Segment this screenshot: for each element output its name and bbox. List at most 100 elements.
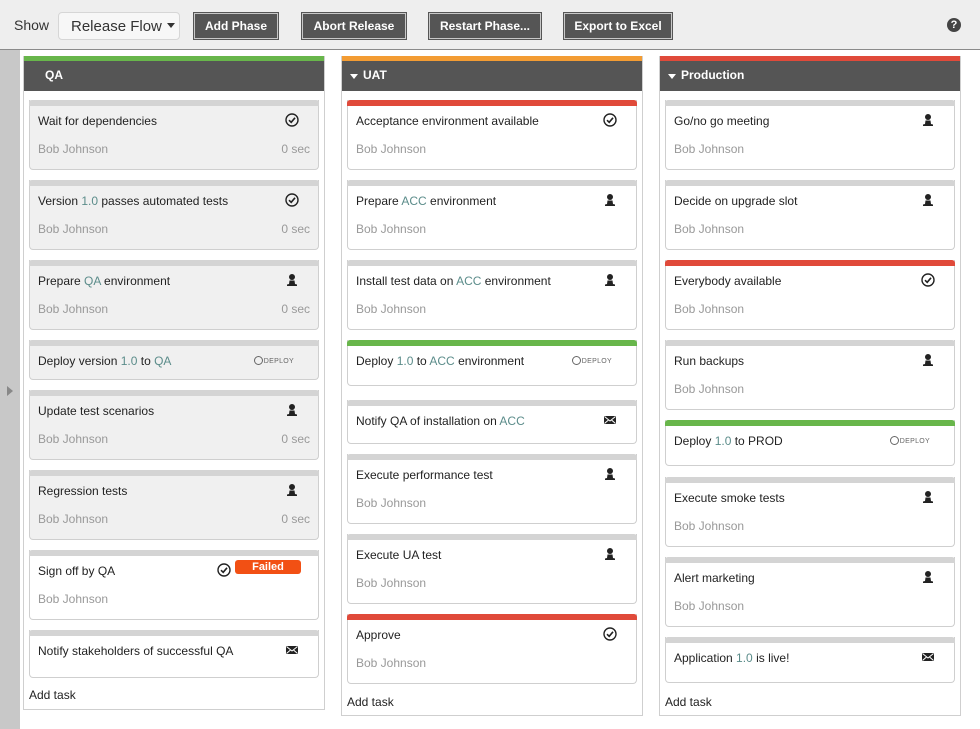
variable-highlight: ACC xyxy=(429,354,455,368)
task-card[interactable]: Prepare ACC environment Bob Johnson xyxy=(347,180,637,250)
user-icon xyxy=(602,546,618,562)
task-title: Execute UA test xyxy=(356,548,441,562)
variable-highlight: QA xyxy=(84,274,101,288)
task-title-text: Decide on upgrade slot xyxy=(674,194,798,208)
check-circle-icon xyxy=(284,112,300,128)
task-owner: Bob Johnson xyxy=(38,432,109,446)
variable-highlight: 1.0 xyxy=(736,651,753,665)
add-task-link[interactable]: Add task xyxy=(29,688,76,702)
task-status-bar xyxy=(29,470,319,476)
task-owner: Bob Johnson xyxy=(38,142,109,156)
user-icon xyxy=(920,569,936,585)
task-title-text: Run backups xyxy=(674,354,745,368)
chevron-down-icon xyxy=(166,23,175,28)
task-status-bar xyxy=(347,400,637,406)
task-title-text: is live! xyxy=(752,651,790,665)
task-status-bar xyxy=(347,454,637,460)
task-owner: Bob Johnson xyxy=(356,496,427,510)
task-card[interactable]: Execute UA test Bob Johnson xyxy=(347,534,637,604)
task-status-bar xyxy=(665,557,955,563)
task-card[interactable]: Alert marketing Bob Johnson xyxy=(665,557,955,627)
phase-header[interactable]: QA xyxy=(24,61,324,91)
task-card[interactable]: Notify QA of installation on ACC xyxy=(347,400,637,444)
task-status-bar xyxy=(665,180,955,186)
variable-highlight: 1.0 xyxy=(81,194,99,208)
task-card[interactable]: Go/no go meeting Bob Johnson xyxy=(665,100,955,170)
task-title-text: Deploy version xyxy=(38,354,121,368)
task-owner: Bob Johnson xyxy=(38,302,109,316)
task-card[interactable]: Install test data on ACC environment Bob … xyxy=(347,260,637,330)
task-card[interactable]: Run backups Bob Johnson xyxy=(665,340,955,410)
task-title-text: environment xyxy=(100,274,171,288)
task-card[interactable]: Application 1.0 is live! xyxy=(665,637,955,683)
mail-icon xyxy=(284,642,300,658)
restart-phase-button[interactable]: Restart Phase... xyxy=(428,12,542,40)
task-owner: Bob Johnson xyxy=(356,576,427,590)
task-status-bar xyxy=(347,614,637,620)
user-icon xyxy=(284,272,300,288)
task-card[interactable]: Regression tests Bob Johnson 0 sec xyxy=(29,470,319,540)
task-title: Notify stakeholders of successful QA xyxy=(38,644,233,658)
task-owner: Bob Johnson xyxy=(356,656,427,670)
task-title-text: Go/no go meeting xyxy=(674,114,770,128)
task-card[interactable]: Deploy 1.0 to ACC environment DEPLOY xyxy=(347,340,637,386)
task-title-text: Notify stakeholders of successful QA xyxy=(38,644,234,658)
help-icon[interactable]: ? xyxy=(947,18,961,32)
task-owner: Bob Johnson xyxy=(674,302,745,316)
abort-release-button[interactable]: Abort Release xyxy=(301,12,407,40)
check-circle-icon xyxy=(216,562,232,578)
mail-icon xyxy=(602,412,618,428)
sidebar-toggle[interactable] xyxy=(0,50,20,729)
flow-view-select[interactable]: Release Flow xyxy=(58,12,180,40)
status-badge-failed: Failed xyxy=(235,560,301,574)
task-card[interactable]: Decide on upgrade slot Bob Johnson xyxy=(665,180,955,250)
task-title: Run backups xyxy=(674,354,744,368)
task-status-bar xyxy=(347,340,637,346)
task-card[interactable]: Execute smoke tests Bob Johnson xyxy=(665,477,955,547)
task-card[interactable]: Prepare QA environment Bob Johnson 0 sec xyxy=(29,260,319,330)
task-owner: Bob Johnson xyxy=(356,142,427,156)
task-title: Application 1.0 is live! xyxy=(674,651,789,665)
task-card[interactable]: Sign off by QA Bob Johnson Failed xyxy=(29,550,319,620)
task-card[interactable]: Everybody available Bob Johnson xyxy=(665,260,955,330)
task-card[interactable]: Deploy 1.0 to PROD DEPLOY xyxy=(665,420,955,466)
task-title: Sign off by QA xyxy=(38,564,115,578)
task-card[interactable]: Execute performance test Bob Johnson xyxy=(347,454,637,524)
task-title: Deploy 1.0 to ACC environment xyxy=(356,354,524,368)
collapse-triangle-icon[interactable] xyxy=(668,74,676,79)
phase-header[interactable]: Production xyxy=(660,61,960,91)
export-excel-button[interactable]: Export to Excel xyxy=(563,12,673,40)
task-card[interactable]: Notify stakeholders of successful QA xyxy=(29,630,319,678)
task-status-bar xyxy=(29,180,319,186)
task-card[interactable]: Acceptance environment available Bob John… xyxy=(347,100,637,170)
user-icon xyxy=(284,482,300,498)
task-title: Version 1.0 passes automated tests xyxy=(38,194,228,208)
task-duration: 0 sec xyxy=(281,432,310,446)
add-phase-button[interactable]: Add Phase xyxy=(193,12,279,40)
task-status-bar xyxy=(665,340,955,346)
task-owner: Bob Johnson xyxy=(674,142,745,156)
task-card[interactable]: Update test scenarios Bob Johnson 0 sec xyxy=(29,390,319,460)
deploy-label: DEPLOY xyxy=(263,358,294,365)
collapse-triangle-icon[interactable] xyxy=(350,74,358,79)
expand-arrow-icon[interactable] xyxy=(7,386,13,396)
task-card[interactable]: Version 1.0 passes automated tests Bob Jo… xyxy=(29,180,319,250)
user-icon xyxy=(920,489,936,505)
phase-header[interactable]: UAT xyxy=(342,61,642,91)
variable-highlight: 1.0 xyxy=(120,354,138,368)
task-title-text: Version xyxy=(38,194,82,208)
task-title-text: Execute UA test xyxy=(356,548,442,562)
task-card[interactable]: Deploy version 1.0 to QA DEPLOY xyxy=(29,340,319,380)
deploy-icon: DEPLOY xyxy=(253,356,294,365)
task-owner: Bob Johnson xyxy=(356,302,427,316)
task-card[interactable]: Approve Bob Johnson xyxy=(347,614,637,684)
add-task-link[interactable]: Add task xyxy=(347,695,394,709)
task-status-bar xyxy=(347,180,637,186)
task-status-bar xyxy=(665,260,955,266)
task-status-bar xyxy=(29,630,319,636)
variable-highlight: ACC xyxy=(456,274,482,288)
deploy-ring-icon xyxy=(253,356,263,365)
user-icon xyxy=(602,272,618,288)
task-card[interactable]: Wait for dependencies Bob Johnson 0 sec xyxy=(29,100,319,170)
add-task-link[interactable]: Add task xyxy=(665,695,712,709)
